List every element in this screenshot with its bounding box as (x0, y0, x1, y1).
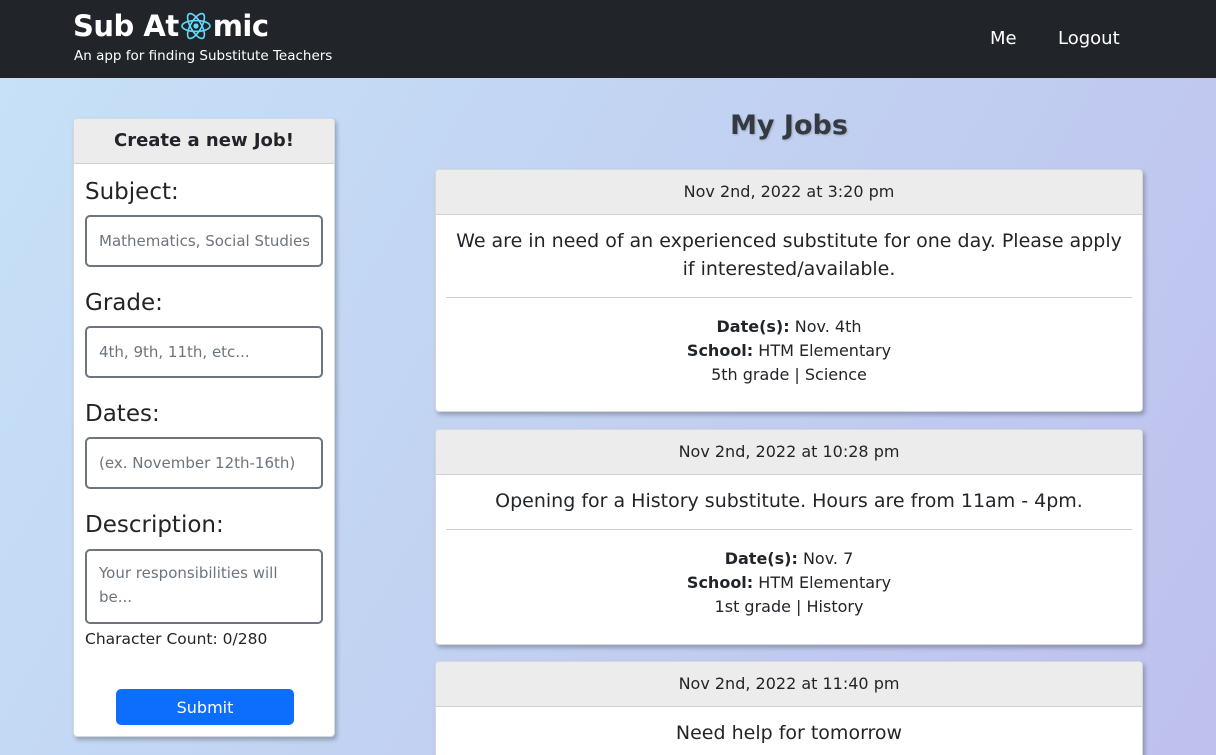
job-card: Nov 2nd, 2022 at 10:28 pm Opening for a … (435, 429, 1143, 645)
job-school-label: School: (686, 573, 754, 592)
job-posted-date: Nov 2nd, 2022 at 10:28 pm (436, 430, 1142, 475)
my-jobs-heading: My Jobs (730, 110, 848, 141)
subject-input[interactable] (85, 215, 323, 267)
brand-title-prefix: Sub At (73, 9, 179, 43)
description-textarea[interactable] (85, 549, 323, 624)
description-label: Description: (85, 512, 224, 538)
job-school-label: School: (686, 341, 754, 360)
job-posted-date: Nov 2nd, 2022 at 3:20 pm (436, 170, 1142, 215)
grade-input[interactable] (85, 326, 323, 378)
job-dates-label: Date(s): (724, 549, 798, 568)
dates-label: Dates: (85, 401, 160, 427)
job-dates-label: Date(s): (716, 317, 790, 336)
job-grade-subject: 1st grade | History (714, 597, 864, 616)
job-dates-value: Nov. 7 (802, 549, 854, 568)
job-divider (446, 297, 1132, 298)
job-description: Opening for a History substitute. Hours … (495, 490, 1083, 512)
job-grade-subject: 5th grade | Science (711, 365, 867, 384)
form-title: Create a new Job! (74, 119, 334, 164)
job-dates-value: Nov. 4th (794, 317, 862, 336)
job-posted-date: Nov 2nd, 2022 at 11:40 pm (436, 662, 1142, 707)
subject-label: Subject: (85, 179, 179, 205)
brand-title-suffix: mic (212, 9, 269, 43)
job-school-value: HTM Elementary (758, 573, 892, 592)
dates-input[interactable] (85, 437, 323, 489)
job-description: Need help for tomorrow (675, 722, 903, 744)
brand-subtitle: An app for finding Substitute Teachers (74, 48, 333, 64)
job-card: Nov 2nd, 2022 at 3:20 pm We are in need … (435, 169, 1143, 412)
job-description: We are in need of an experienced substit… (456, 230, 1122, 280)
character-count: Character Count: 0/280 (85, 630, 268, 648)
brand-title[interactable]: Sub At mic (73, 9, 269, 43)
grade-label: Grade: (85, 290, 163, 316)
nav-me-link[interactable]: Me (990, 28, 1017, 49)
job-details: Date(s): Nov. 7 School: HTM Elementary 1… (436, 547, 1142, 619)
submit-button[interactable]: Submit (116, 689, 294, 725)
atom-icon (180, 12, 211, 40)
job-school-value: HTM Elementary (758, 341, 892, 360)
job-card: Nov 2nd, 2022 at 11:40 pm Need help for … (435, 661, 1143, 755)
create-job-form: Create a new Job! Subject: Grade: Dates:… (73, 118, 335, 737)
navbar: Sub At mic An app for finding Substitute… (0, 0, 1216, 78)
job-divider (446, 529, 1132, 530)
job-details: Date(s): Nov. 4th School: HTM Elementary… (436, 315, 1142, 387)
nav-logout-link[interactable]: Logout (1058, 28, 1120, 49)
